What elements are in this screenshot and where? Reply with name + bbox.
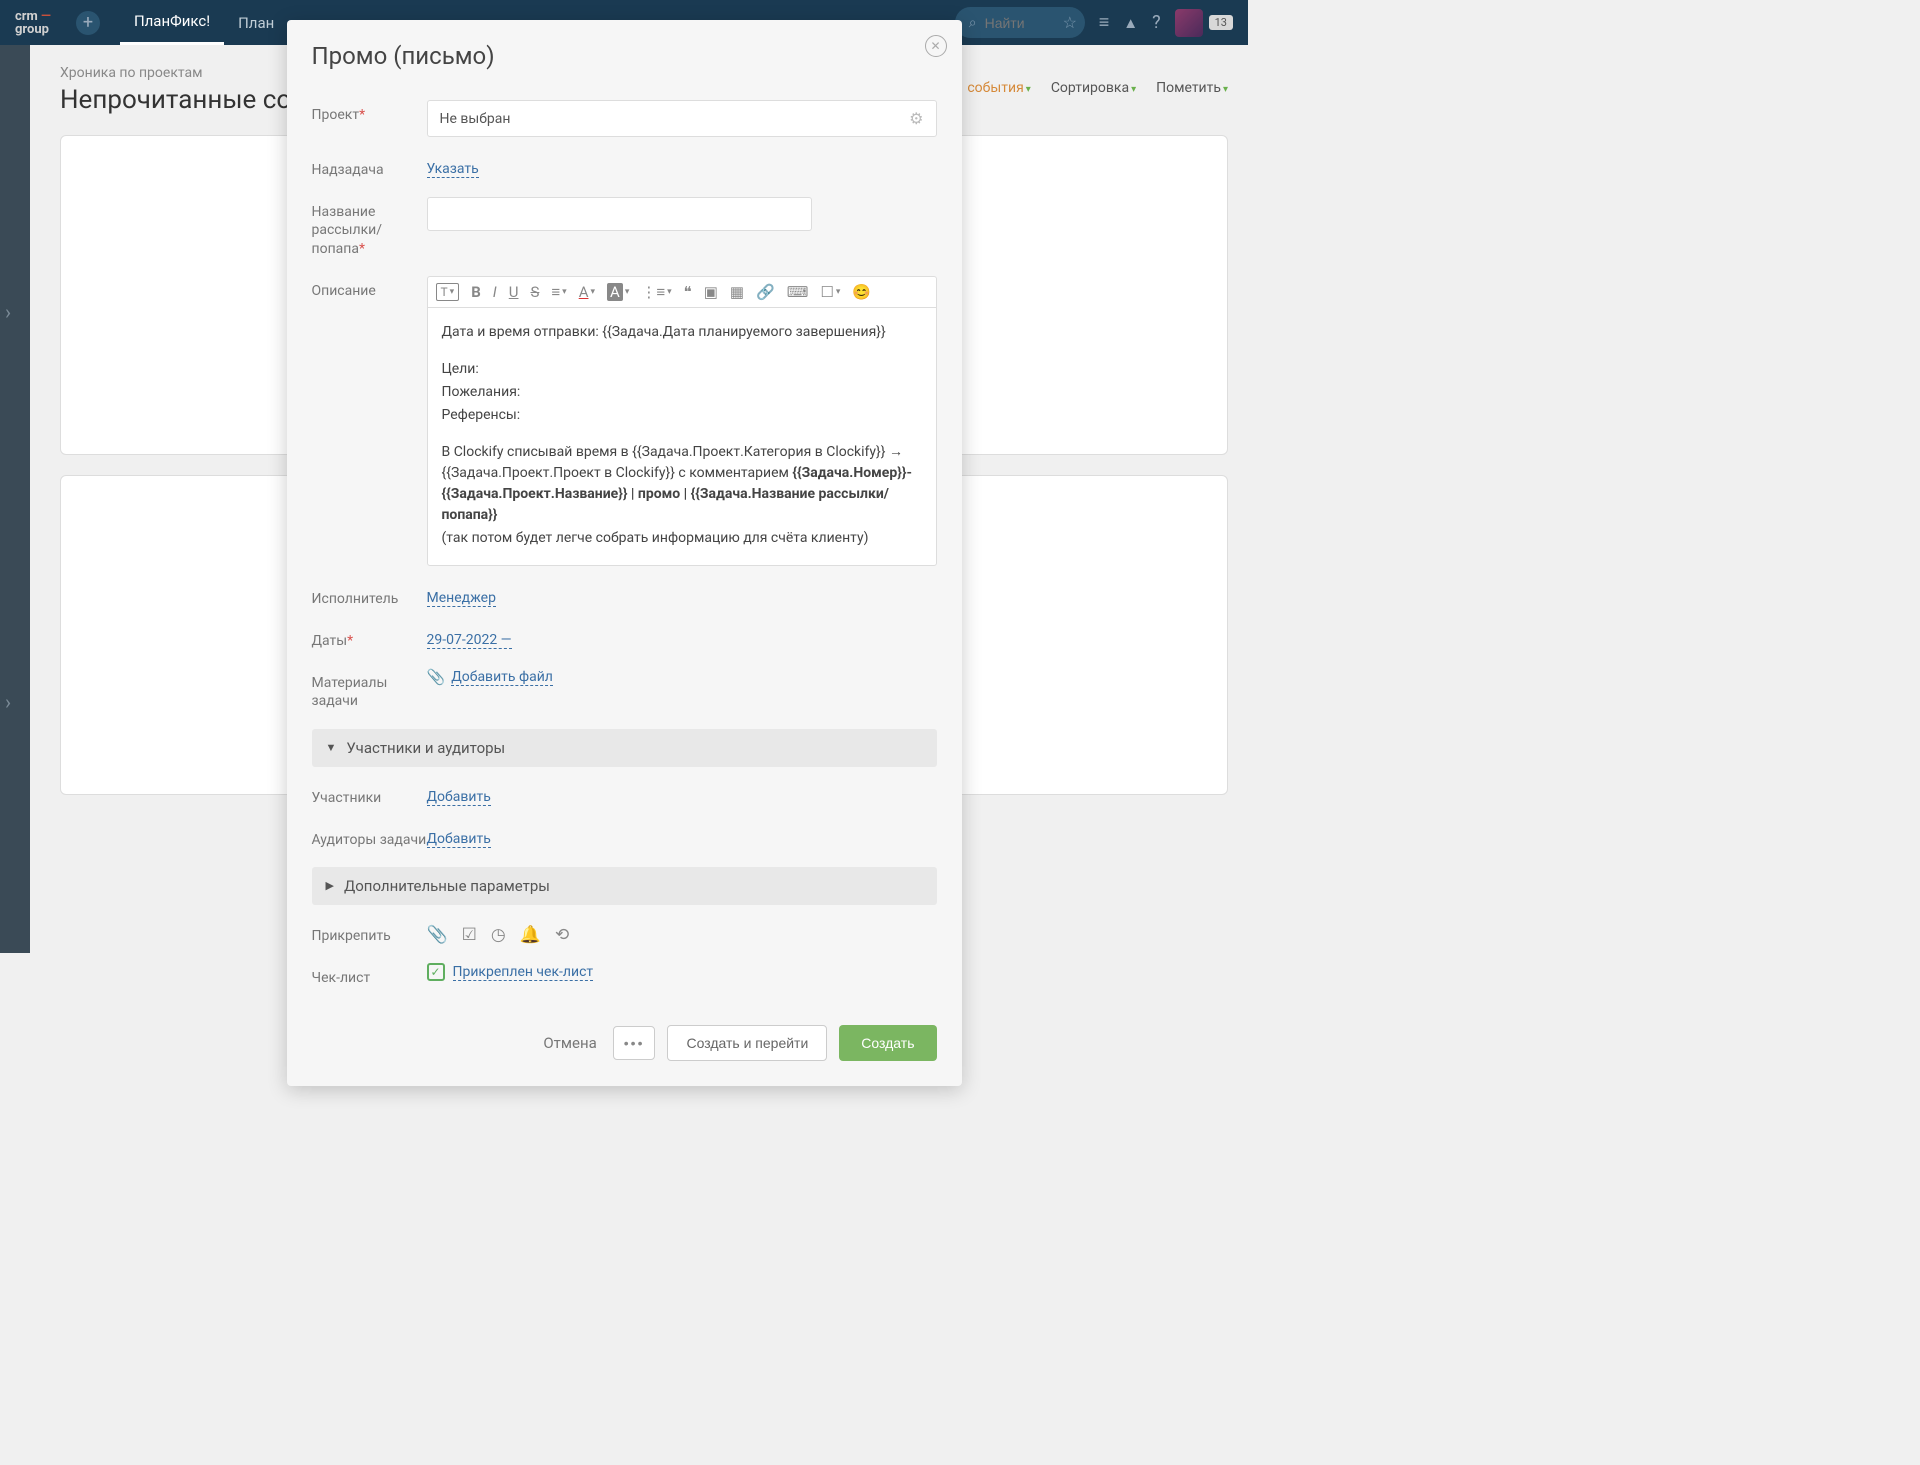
add-auditors-link[interactable]: Добавить bbox=[427, 825, 491, 848]
close-icon[interactable]: ✕ bbox=[925, 35, 947, 57]
paperclip-icon: 📎 bbox=[427, 668, 446, 686]
format-block-icon[interactable]: T bbox=[436, 283, 460, 301]
label-supertask: Надзадача bbox=[312, 155, 427, 179]
description-editor: T B I U S ≡ A A ⋮≡ ❝ ▣ ▦ 🔗 ⌨ ☐ bbox=[427, 276, 937, 566]
dates-link[interactable]: 29-07-2022 — bbox=[427, 626, 512, 649]
editor-toolbar: T B I U S ≡ A A ⋮≡ ❝ ▣ ▦ 🔗 ⌨ ☐ bbox=[428, 277, 936, 308]
create-button[interactable]: Создать bbox=[839, 1025, 936, 1061]
section-extra[interactable]: ▶ Дополнительные параметры bbox=[312, 867, 937, 905]
align-icon[interactable]: ≡ bbox=[551, 283, 566, 301]
modal-title: Промо (письмо) bbox=[287, 20, 962, 100]
label-participants: Участники bbox=[312, 783, 427, 807]
label-description: Описание bbox=[312, 276, 427, 300]
image-icon[interactable]: ▣ bbox=[704, 283, 718, 301]
mailing-name-input[interactable] bbox=[427, 197, 812, 231]
gear-icon[interactable]: ⚙ bbox=[909, 109, 923, 128]
triangle-down-icon: ▼ bbox=[326, 741, 337, 754]
checklist-link[interactable]: Прикреплен чек-лист bbox=[453, 964, 594, 981]
create-and-go-button[interactable]: Создать и перейти bbox=[667, 1025, 827, 1061]
text-color-icon[interactable]: A bbox=[579, 283, 595, 301]
link-icon[interactable]: 🔗 bbox=[756, 283, 775, 301]
attach-reminder-icon[interactable]: ◷ bbox=[491, 925, 506, 945]
modal-overlay: ✕ Промо (письмо) Проект* Не выбран ⚙ Над… bbox=[0, 0, 1248, 953]
underline-icon[interactable]: U bbox=[509, 283, 519, 301]
emoji-icon[interactable]: 😊 bbox=[852, 283, 871, 301]
modal-footer: Отмена ••• Создать и перейти Создать bbox=[287, 1005, 962, 1066]
label-assignee: Исполнитель bbox=[312, 584, 427, 608]
list-icon[interactable]: ⋮≡ bbox=[641, 283, 671, 301]
more-actions-button[interactable]: ••• bbox=[613, 1026, 656, 1060]
task-modal: ✕ Промо (письмо) Проект* Не выбран ⚙ Над… bbox=[287, 20, 962, 1086]
label-checklist: Чек-лист bbox=[312, 963, 427, 987]
label-auditors: Аудиторы задачи bbox=[312, 825, 427, 849]
bg-color-icon[interactable]: A bbox=[607, 283, 629, 301]
label-attach: Прикрепить bbox=[312, 921, 427, 945]
label-mailing-name: Название рассылки/попапа* bbox=[312, 197, 427, 258]
code-icon[interactable]: ⌨ bbox=[787, 283, 809, 301]
cancel-button[interactable]: Отмена bbox=[539, 1026, 600, 1060]
supertask-link[interactable]: Указать bbox=[427, 155, 479, 178]
table-icon[interactable]: ▦ bbox=[730, 283, 744, 301]
attach-checklist-icon[interactable]: ☑ bbox=[462, 925, 477, 945]
more-icon[interactable]: ☐ bbox=[820, 283, 840, 301]
label-project: Проект* bbox=[312, 100, 427, 124]
add-file-link[interactable]: Добавить файл bbox=[451, 669, 553, 686]
attach-repeat-icon[interactable]: ⟲ bbox=[555, 925, 569, 945]
label-dates: Даты* bbox=[312, 626, 427, 650]
strike-icon[interactable]: S bbox=[530, 283, 539, 301]
quote-icon[interactable]: ❝ bbox=[684, 283, 692, 301]
editor-content[interactable]: Дата и время отправки: {{Задача.Дата пла… bbox=[428, 308, 936, 565]
add-participants-link[interactable]: Добавить bbox=[427, 783, 491, 806]
italic-icon[interactable]: I bbox=[493, 283, 497, 301]
label-materials: Материалы задачи bbox=[312, 668, 427, 710]
triangle-right-icon: ▶ bbox=[326, 879, 334, 892]
assignee-link[interactable]: Менеджер bbox=[427, 584, 496, 607]
checklist-checkbox-icon[interactable]: ✓ bbox=[427, 963, 445, 981]
section-participants[interactable]: ▼ Участники и аудиторы bbox=[312, 729, 937, 767]
attach-bell-icon[interactable]: 🔔 bbox=[520, 925, 541, 945]
attach-file-icon[interactable]: 📎 bbox=[427, 925, 448, 945]
project-select[interactable]: Не выбран ⚙ bbox=[427, 100, 937, 137]
bold-icon[interactable]: B bbox=[471, 283, 481, 301]
